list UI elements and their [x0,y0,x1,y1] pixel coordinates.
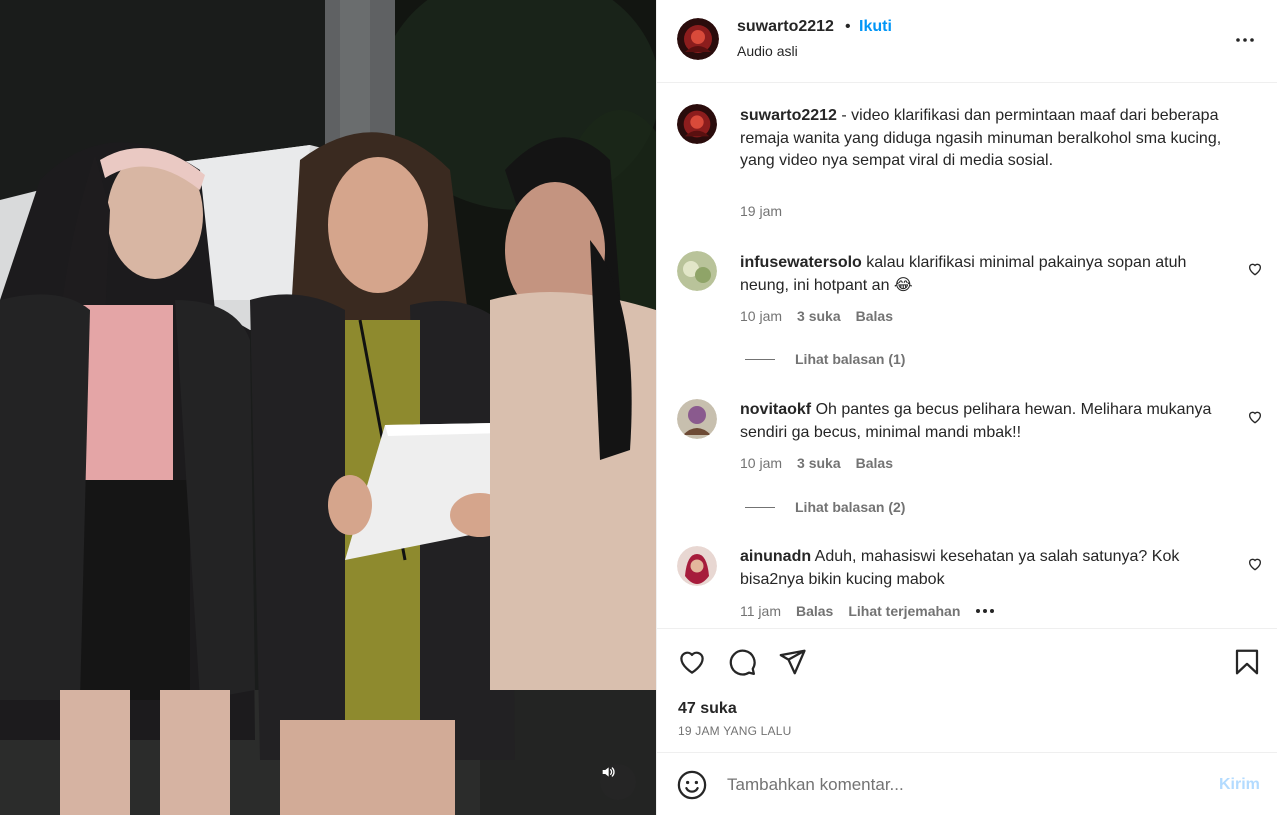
more-horizontal-icon [1236,38,1254,42]
comment-avatar[interactable] [677,546,717,586]
caption-time[interactable]: 19 jam [740,203,782,219]
like-comment-heart-icon[interactable] [1247,556,1263,572]
author-avatar[interactable] [677,18,719,60]
caption-meta: 19 jam [740,203,782,219]
more-options-button[interactable] [1233,28,1257,52]
comment-text: novitaokf Oh pantes ga becus pelihara he… [740,399,1230,444]
post-video[interactable] [0,0,656,815]
post-comment-button[interactable]: Kirim [1219,776,1260,794]
heart-icon[interactable] [677,647,707,677]
reply-button[interactable]: Balas [856,455,893,471]
comment-meta: 10 jam 3 suka Balas [740,308,893,324]
post-header: suwarto2212 • Ikuti Audio asli [657,0,1277,83]
mute-toggle-button[interactable] [600,764,636,800]
comment-avatar[interactable] [677,251,717,291]
comment-text: infusewatersolo kalau klarifikasi minima… [740,252,1230,297]
reply-button[interactable]: Balas [796,603,833,619]
comment-icon[interactable] [727,647,757,677]
bookmark-icon[interactable] [1232,647,1262,677]
avatar-image [677,399,717,439]
view-replies-label: Lihat balasan (1) [795,351,906,367]
comment-input[interactable] [727,770,1187,800]
comments-section[interactable]: suwarto2212 - video klarifikasi dan perm… [657,84,1277,628]
like-count[interactable]: 47 suka [678,700,737,718]
reply-button[interactable]: Balas [856,308,893,324]
avatar-image [677,18,719,60]
speaker-icon [602,767,615,777]
avatar-image [677,251,717,291]
translate-button[interactable]: Lihat terjemahan [848,603,960,619]
share-icon[interactable] [777,647,807,677]
caption-avatar[interactable] [677,104,717,144]
comment-time[interactable]: 11 jam [740,603,781,619]
comment-body: Oh pantes ga becus pelihara hewan. Melih… [740,401,1212,441]
audio-link[interactable]: Audio asli [737,43,798,59]
follow-button[interactable]: Ikuti [859,18,892,36]
comment-more-icon[interactable] [975,606,995,616]
view-replies-button[interactable]: Lihat balasan (2) [745,499,905,515]
view-replies-button[interactable]: Lihat balasan (1) [745,351,905,367]
comment-like-count[interactable]: 3 suka [797,455,841,471]
comment-meta: 11 jam Balas Lihat terjemahan [740,603,995,619]
author-username[interactable]: suwarto2212 [737,18,834,36]
post-actions: 47 suka 19 JAM YANG LALU [657,628,1277,753]
caption-username[interactable]: suwarto2212 [740,107,837,124]
caption-text: suwarto2212 - video klarifikasi dan perm… [740,105,1230,173]
comment-username[interactable]: novitaokf [740,401,811,418]
comment-like-count[interactable]: 3 suka [797,308,841,324]
comment-avatar[interactable] [677,399,717,439]
comment-meta: 10 jam 3 suka Balas [740,455,893,471]
video-frame [0,0,656,815]
post-timestamp[interactable]: 19 JAM YANG LALU [678,724,791,738]
comment-time[interactable]: 10 jam [740,455,782,471]
avatar-image [677,546,717,586]
separator-dot: • [845,18,851,35]
comment-composer: Kirim [657,754,1277,815]
comment-username[interactable]: ainunadn [740,548,811,565]
comment-text: ainunadn Aduh, mahasiswi kesehatan ya sa… [740,546,1230,591]
like-comment-heart-icon[interactable] [1247,261,1263,277]
replies-divider-line [745,358,775,360]
view-replies-label: Lihat balasan (2) [795,499,906,515]
avatar-image [677,104,717,144]
like-comment-heart-icon[interactable] [1247,409,1263,425]
emoji-icon[interactable] [677,770,707,800]
comment-time[interactable]: 10 jam [740,308,782,324]
replies-divider-line [745,506,775,508]
comment-username[interactable]: infusewatersolo [740,254,862,271]
post-details-panel: suwarto2212 • Ikuti Audio asli suwarto22… [656,0,1277,815]
